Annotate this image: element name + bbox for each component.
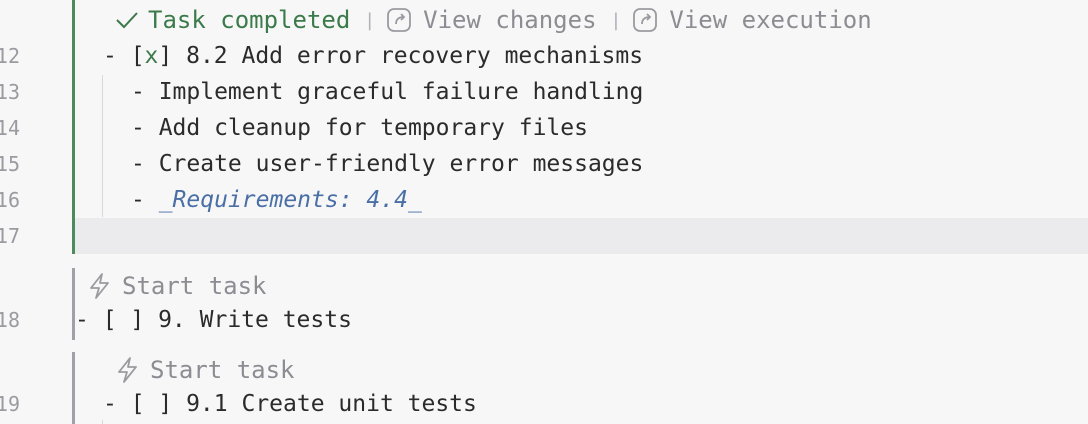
line-text: - Implement graceful failure handling: [131, 79, 644, 105]
codelens-task-completed: Task completed | View changes | View exe…: [114, 2, 872, 38]
line-number: 12: [0, 44, 20, 68]
codelens-separator: |: [610, 9, 622, 31]
line-number: 19: [0, 392, 20, 416]
task-line-text: - [ ] 9.1 Create unit tests: [103, 391, 477, 417]
code-line[interactable]: 12 - [x] 8.2 Add error recovery mechanis…: [0, 38, 1088, 74]
view-execution-link[interactable]: View execution: [631, 5, 872, 35]
start-task-button[interactable]: Start task: [86, 268, 267, 304]
requirements-line: - _Requirements: 4.4_: [131, 187, 422, 213]
code-line[interactable]: 19 - [ ] 9.1 Create unit tests: [0, 386, 1088, 422]
code-line[interactable]: 13 - Implement graceful failure handling: [0, 74, 1088, 110]
line-text: - Create user-friendly error messages: [131, 151, 644, 177]
check-icon: [114, 9, 140, 31]
start-task-label: Start task: [122, 272, 267, 300]
line-number: 13: [0, 80, 20, 104]
editor: Task completed | View changes | View exe…: [0, 0, 1088, 424]
code-line[interactable]: 18 - [ ] 9. Write tests: [0, 302, 1088, 338]
open-external-icon: [631, 5, 661, 35]
start-task-label: Start task: [150, 356, 295, 384]
line-number: 16: [0, 188, 20, 212]
code-line[interactable]: 17: [0, 218, 1088, 254]
view-changes-label: View changes: [423, 6, 597, 34]
view-execution-label: View execution: [669, 6, 872, 34]
code-line[interactable]: 15 - Create user-friendly error messages: [0, 146, 1088, 182]
view-changes-link[interactable]: View changes: [385, 5, 597, 35]
code-line[interactable]: 16 - _Requirements: 4.4_: [0, 182, 1088, 218]
line-number: 14: [0, 116, 20, 140]
task-line-text: - [ ] 9. Write tests: [75, 307, 352, 333]
task-completed-label: Task completed: [148, 6, 351, 34]
requirements-text: _Requirements: 4.4_: [158, 187, 422, 213]
line-number: 17: [0, 224, 20, 248]
codelens-separator: |: [364, 9, 376, 31]
line-text: - Add cleanup for temporary files: [131, 115, 588, 141]
line-number: 15: [0, 152, 20, 176]
open-external-icon: [385, 5, 415, 35]
lightning-icon: [114, 355, 142, 385]
lightning-icon: [86, 271, 114, 301]
code-line[interactable]: 14 - Add cleanup for temporary files: [0, 110, 1088, 146]
task-checkbox-mark[interactable]: x: [145, 43, 159, 69]
start-task-button[interactable]: Start task: [114, 352, 295, 388]
line-number: 18: [0, 308, 20, 332]
task-line-text: - [x] 8.2 Add error recovery mechanisms: [103, 43, 644, 69]
